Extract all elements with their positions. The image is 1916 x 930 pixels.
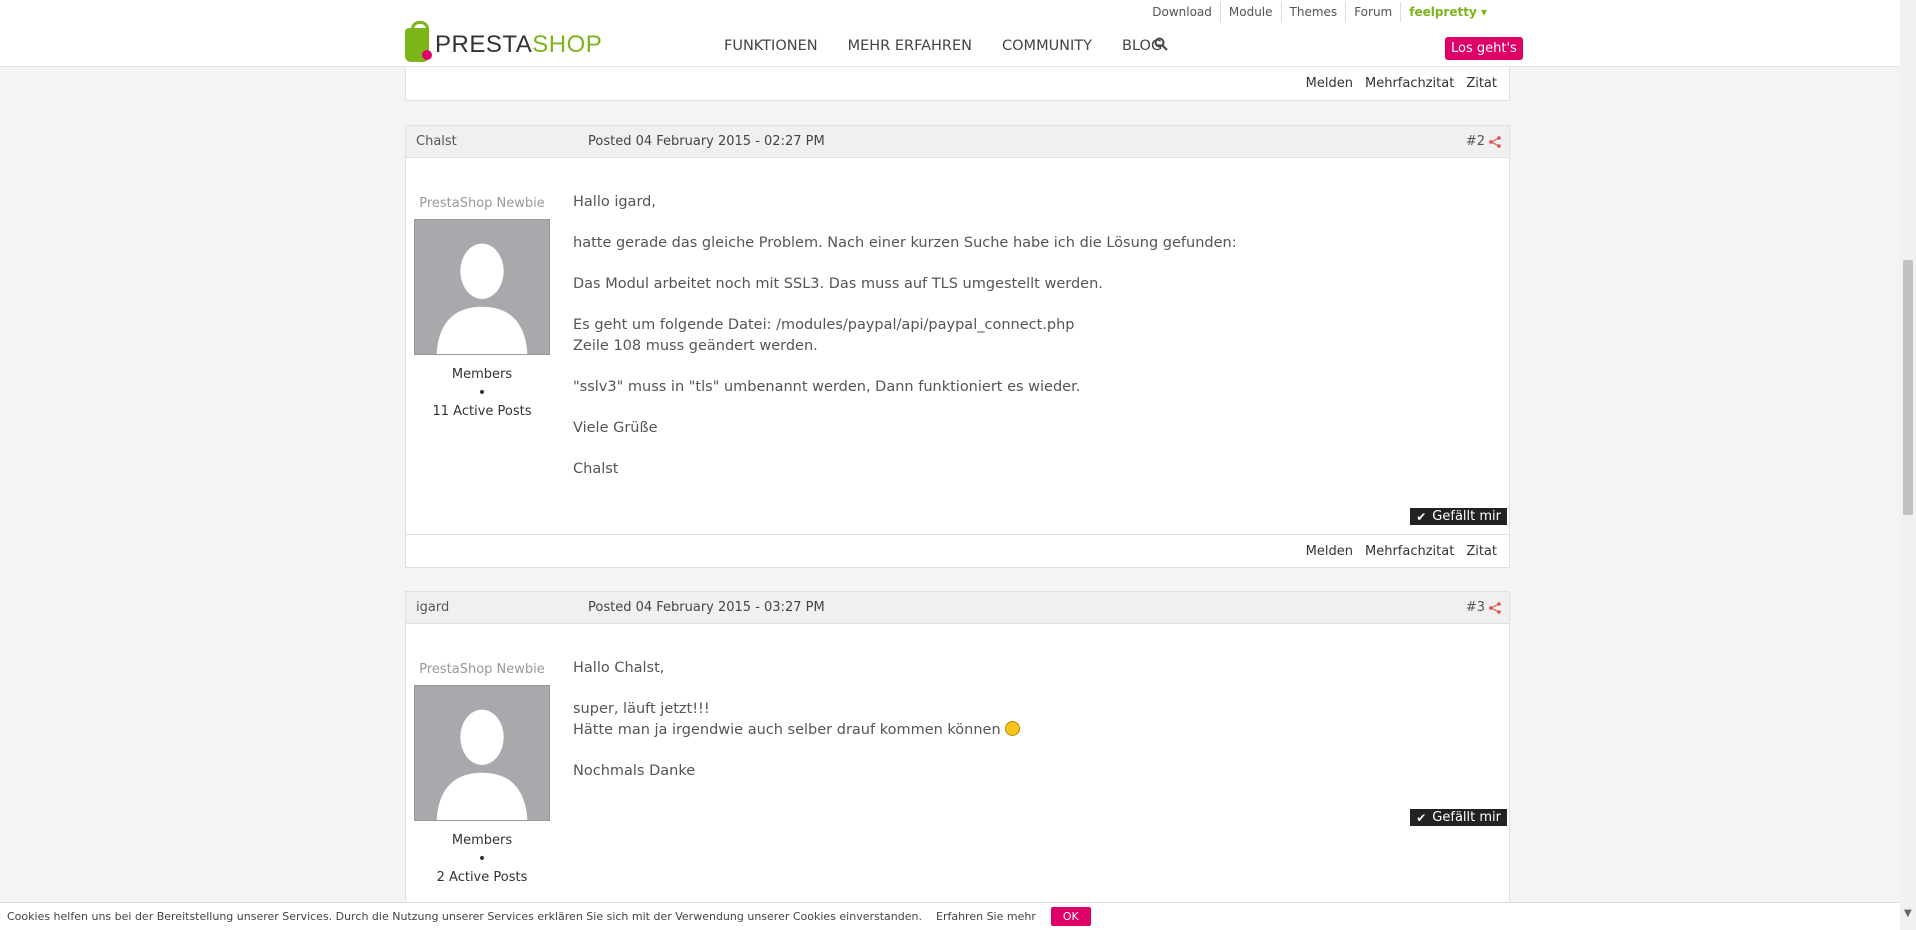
- toplink-themes[interactable]: Themes: [1282, 2, 1347, 22]
- post-number[interactable]: #2: [1466, 134, 1501, 149]
- get-started-button[interactable]: Los geht's: [1445, 37, 1523, 60]
- member-group: Members: [451, 367, 513, 382]
- nav-funktionen[interactable]: FUNKTIONEN: [724, 38, 818, 54]
- toplink-module[interactable]: Module: [1221, 2, 1282, 22]
- post-body: Hallo igard, hatte gerade das gleiche Pr…: [573, 194, 1237, 477]
- scrollbar-thumb[interactable]: [1903, 260, 1913, 515]
- scroll-down-icon[interactable]: ▼: [1904, 908, 1912, 919]
- member-group: Members: [451, 833, 513, 848]
- toplink-forum[interactable]: Forum: [1346, 2, 1402, 22]
- avatar[interactable]: [414, 685, 550, 821]
- forum-post: Chalst Posted 04 February 2015 - 02:27 P…: [405, 125, 1510, 568]
- post-author[interactable]: Chalst: [416, 134, 457, 149]
- nav-community[interactable]: COMMUNITY: [1002, 38, 1092, 54]
- post-body: Hallo Chalst, super, läuft jetzt!!! Hätt…: [573, 658, 1021, 802]
- confused-emoji-icon: [1005, 720, 1021, 736]
- cookie-learn-more-link[interactable]: Erfahren Sie mehr: [936, 910, 1036, 923]
- member-rank: PrestaShop Newbie: [419, 196, 545, 211]
- cookie-ok-button[interactable]: OK: [1050, 907, 1091, 926]
- cookie-text: Cookies helfen uns bei der Bereitstellun…: [7, 910, 922, 923]
- post-date: Posted 04 February 2015 - 02:27 PM: [588, 134, 825, 149]
- author-sidebar: PrestaShop Newbie Members • 2 Active Pos…: [414, 662, 550, 885]
- nav-mehr-erfahren[interactable]: MEHR ERFAHREN: [848, 38, 972, 54]
- check-icon: ✔: [1416, 509, 1427, 524]
- page-scrollbar[interactable]: ▼: [1900, 0, 1916, 930]
- forum-post: igard Posted 04 February 2015 - 03:27 PM…: [405, 591, 1510, 921]
- multiquote-link[interactable]: Mehrfachzitat: [1365, 76, 1454, 91]
- post-actions: Melden Mehrfachzitat Zitat: [406, 534, 1509, 568]
- active-posts: 11 Active Posts: [432, 404, 532, 419]
- report-link[interactable]: Melden: [1306, 544, 1353, 559]
- user-menu[interactable]: feelpretty ▾: [1401, 2, 1495, 22]
- like-button[interactable]: ✔ Gefällt mir: [1410, 809, 1507, 826]
- post-number[interactable]: #3: [1466, 600, 1501, 615]
- post-author[interactable]: igard: [416, 600, 449, 615]
- like-button[interactable]: ✔ Gefällt mir: [1410, 508, 1507, 525]
- quote-link[interactable]: Zitat: [1466, 76, 1497, 91]
- share-icon[interactable]: [1489, 601, 1501, 614]
- post-date: Posted 04 February 2015 - 03:27 PM: [588, 600, 825, 615]
- multiquote-link[interactable]: Mehrfachzitat: [1365, 544, 1454, 559]
- main-nav: FUNKTIONEN MEHR ERFAHREN COMMUNITY BLOG: [724, 38, 1192, 54]
- site-header: Download Module Themes Forum feelpretty …: [0, 0, 1900, 67]
- report-link[interactable]: Melden: [1306, 76, 1353, 91]
- post-header: Chalst Posted 04 February 2015 - 02:27 P…: [406, 126, 1509, 158]
- prestashop-logo[interactable]: PRESTASHOP: [405, 21, 602, 62]
- post-actions-prev: Melden Mehrfachzitat Zitat: [405, 67, 1510, 101]
- search-icon[interactable]: [1154, 37, 1168, 51]
- top-links: Download Module Themes Forum feelpretty …: [1144, 2, 1495, 22]
- author-sidebar: PrestaShop Newbie Members • 11 Active Po…: [414, 196, 550, 419]
- quote-link[interactable]: Zitat: [1466, 544, 1497, 559]
- check-icon: ✔: [1416, 810, 1427, 825]
- share-icon[interactable]: [1489, 135, 1501, 148]
- active-posts: 2 Active Posts: [436, 870, 528, 885]
- member-rank: PrestaShop Newbie: [419, 662, 545, 677]
- post-header: igard Posted 04 February 2015 - 03:27 PM…: [406, 592, 1509, 624]
- shopping-bag-icon: [405, 21, 432, 62]
- toplink-download[interactable]: Download: [1144, 2, 1221, 22]
- cookie-banner: Cookies helfen uns bei der Bereitstellun…: [0, 902, 1900, 930]
- avatar[interactable]: [414, 219, 550, 355]
